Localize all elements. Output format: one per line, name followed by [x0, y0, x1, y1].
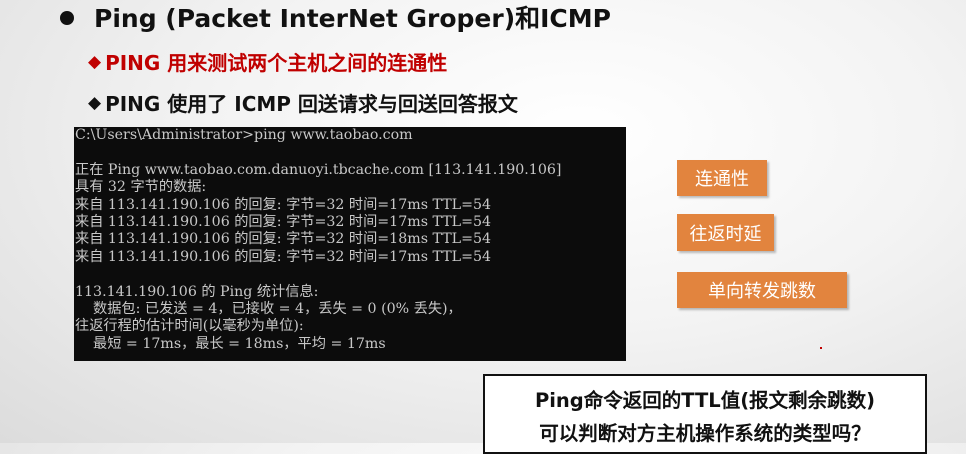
diamond-bullet-icon: ◆ [88, 92, 102, 113]
terminal-line: 数据包: 已发送 = 4，已接收 = 4，丢失 = 0 (0% 丢失)， [75, 300, 462, 317]
slide-title: Ping (Packet InterNet Groper)和ICMP [94, 4, 611, 33]
diamond-bullet-icon: ◆ [88, 51, 102, 72]
slide-title-row: Ping (Packet InterNet Groper)和ICMP [60, 0, 611, 34]
tag-one-way-hops: 单向转发跳数 [677, 272, 847, 308]
terminal-line: 113.141.190.106 的 Ping 统计信息: [75, 283, 319, 300]
subpoint-1: ◆ PING 用来测试两个主机之间的连通性 [88, 47, 447, 76]
terminal-line: 最短 = 17ms，最长 = 18ms，平均 = 17ms [75, 335, 386, 352]
decorative-dot [820, 347, 822, 349]
terminal-line: 来自 113.141.190.106 的回复: 字节=32 时间=17ms TT… [75, 196, 492, 213]
question-box: Ping命令返回的TTL值(报文剩余跳数) 可以判断对方主机操作系统的类型吗？ [483, 374, 927, 454]
subpoint-1-text: PING 用来测试两个主机之间的连通性 [105, 51, 448, 75]
terminal-line: 来自 113.141.190.106 的回复: 字节=32 时间=17ms TT… [75, 213, 492, 230]
bullet-dot-icon [60, 11, 74, 25]
tag-connectivity: 连通性 [677, 160, 767, 196]
terminal-line: 来自 113.141.190.106 的回复: 字节=32 时间=18ms TT… [75, 231, 492, 248]
terminal-screenshot: C:\Users\Administrator>ping www.taobao.c… [74, 127, 626, 361]
question-line-1: Ping命令返回的TTL值(报文剩余跳数) [534, 389, 876, 412]
terminal-line: C:\Users\Administrator>ping www.taobao.c… [75, 127, 413, 143]
terminal-line: 来自 113.141.190.106 的回复: 字节=32 时间=17ms TT… [75, 248, 492, 265]
tag-round-trip-delay: 往返时延 [677, 214, 774, 251]
subpoint-2-text: PING 使用了 ICMP 回送请求与回送回答报文 [105, 92, 518, 116]
question-line-2: 可以判断对方主机操作系统的类型吗？ [539, 422, 871, 445]
terminal-line: 往返行程的估计时间(以毫秒为单位): [75, 318, 304, 335]
terminal-line: 正在 Ping www.taobao.com.danuoyi.tbcache.c… [75, 161, 562, 178]
terminal-line: 具有 32 字节的数据: [75, 179, 207, 196]
subpoint-2: ◆ PING 使用了 ICMP 回送请求与回送回答报文 [88, 88, 518, 117]
